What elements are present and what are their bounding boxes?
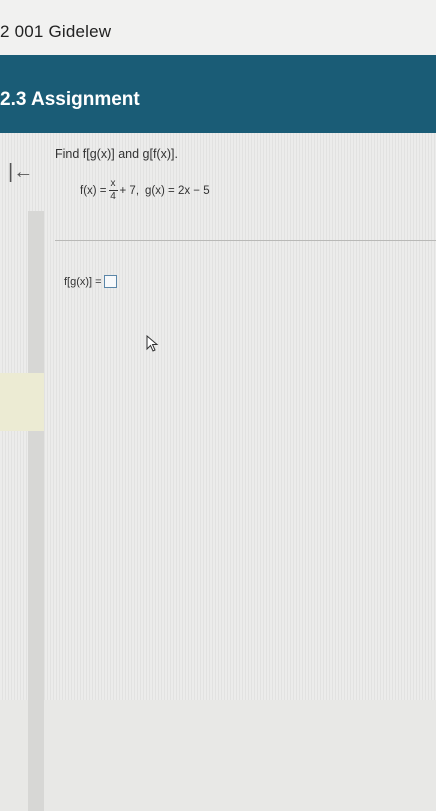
question-list-highlight [0,373,44,431]
collapse-left-icon[interactable]: |← [8,161,33,184]
function-definitions: f(x) = x 4 + 7, g(x) = 2x − 5 [80,179,210,202]
course-name: 2 001 Gidelew [0,22,112,41]
f-definition-lhs: f(x) = [80,184,107,197]
answer-label: f[g(x)] = [64,275,102,288]
g-definition: g(x) = 2x − 5 [145,184,210,197]
question-panel: |← Find f[g(x)] and g[f(x)]. f(x) = x 4 … [0,133,436,811]
f-fraction: x 4 [108,178,118,202]
answer-row: f[g(x)] = [64,275,117,288]
assignment-title: 2.3 Assignment [0,89,140,110]
question-prompt: Find f[g(x)] and g[f(x)]. [55,147,178,161]
f-fraction-denominator: 4 [110,191,116,202]
f-fraction-numerator: x [108,178,118,191]
mouse-pointer-icon [146,335,159,352]
divider [55,240,436,241]
f-definition-rest: + 7, [119,184,140,197]
assignment-header: 2.3 Assignment [0,55,436,133]
question-list-rail[interactable] [28,211,44,811]
answer-input[interactable] [103,275,117,288]
top-bar: 2 001 Gidelew [0,0,436,55]
